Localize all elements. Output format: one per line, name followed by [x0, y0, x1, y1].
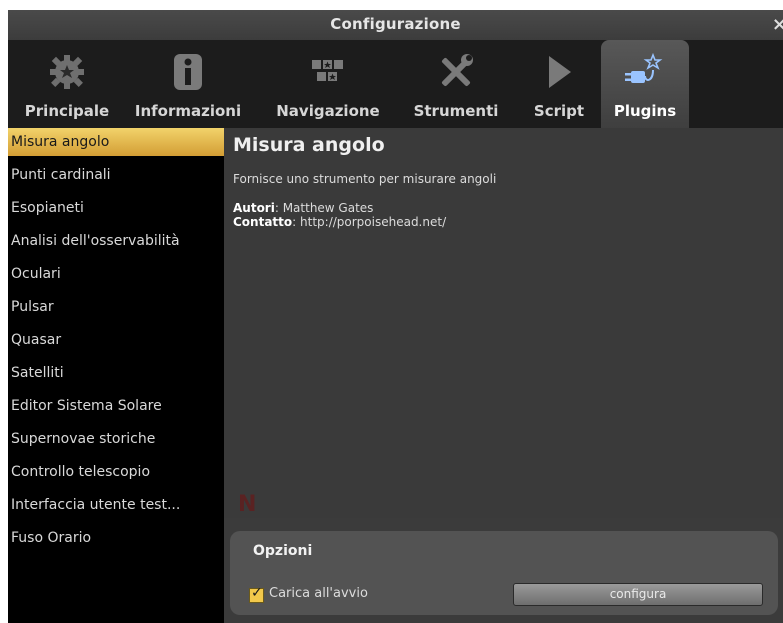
gear-icon: [45, 52, 89, 92]
close-icon[interactable]: ×: [772, 14, 783, 35]
options-title: Opzioni: [253, 543, 313, 559]
tab-strumenti[interactable]: Strumenti: [406, 40, 506, 128]
navigation-icon: [306, 52, 350, 92]
plugin-item-supernovae-storiche[interactable]: Supernovae storiche: [8, 425, 227, 453]
plugin-item-analisi-osservabilita[interactable]: Analisi dell'osservabilità: [8, 227, 227, 255]
plugin-description: Fornisce uno strumento per misurare ango…: [233, 172, 497, 186]
plugin-item-interfaccia-utente-test[interactable]: Interfaccia utente test...: [8, 491, 227, 519]
toolbar: Principale Informazioni Navigazione Stru…: [8, 40, 783, 128]
plugin-title: Misura angolo: [233, 134, 385, 156]
contact-value: : http://porpoisehead.net/: [292, 215, 447, 229]
info-icon: [166, 52, 210, 92]
plugin-item-controllo-telescopio[interactable]: Controllo telescopio: [8, 458, 227, 486]
window-title: Configurazione: [330, 15, 461, 33]
load-at-startup-checkbox[interactable]: ✓: [249, 585, 264, 603]
configuration-window: Configurazione × Principale Informazioni…: [8, 10, 783, 623]
authors-label: Autori: [233, 201, 275, 215]
plugin-item-satelliti[interactable]: Satelliti: [8, 359, 227, 387]
plugin-item-punti-cardinali[interactable]: Punti cardinali: [8, 161, 227, 189]
tab-script[interactable]: Script: [526, 40, 592, 128]
checkmark-icon: ✓: [251, 585, 263, 601]
plugin-item-esopianeti[interactable]: Esopianeti: [8, 194, 227, 222]
tab-label: Navigazione: [276, 102, 380, 120]
plugin-icon: [623, 52, 667, 92]
plugin-item-quasar[interactable]: Quasar: [8, 326, 227, 354]
title-bar: Configurazione ×: [8, 10, 783, 40]
tab-label: Informazioni: [134, 102, 242, 120]
plugin-details: Misura angolo Fornisce uno strumento per…: [224, 128, 783, 518]
tab-label: Strumenti: [413, 102, 499, 120]
plugin-item-misura-angolo[interactable]: Misura angolo: [8, 128, 227, 156]
plugin-item-oculari[interactable]: Oculari: [8, 260, 227, 288]
plugin-item-editor-sistema-solare[interactable]: Editor Sistema Solare: [8, 392, 227, 420]
plugin-item-pulsar[interactable]: Pulsar: [8, 293, 227, 321]
tab-plugins[interactable]: Plugins: [601, 40, 689, 128]
authors-value: : Matthew Gates: [274, 201, 374, 215]
plugin-authors: Autori: Matthew Gates: [233, 201, 373, 215]
tab-label: Script: [533, 102, 585, 120]
load-at-startup-label: Carica all'avvio: [269, 586, 368, 601]
tools-icon: [434, 52, 478, 92]
tab-label: Principale: [24, 102, 110, 120]
faded-north-marker: N: [238, 492, 257, 517]
play-icon: [537, 52, 581, 92]
tab-principale[interactable]: Principale: [8, 40, 126, 128]
tab-navigazione[interactable]: Navigazione: [270, 40, 386, 128]
plugin-list: Misura angolo Punti cardinali Esopianeti…: [8, 128, 227, 623]
options-panel: Opzioni ✓ Carica all'avvio configura: [230, 531, 778, 615]
tab-informazioni[interactable]: Informazioni: [133, 40, 243, 128]
contact-label: Contatto: [233, 215, 293, 229]
plugin-contact: Contatto: http://porpoisehead.net/: [233, 215, 446, 229]
configure-button[interactable]: configura: [513, 583, 763, 606]
tab-label: Plugins: [613, 102, 677, 120]
plugin-item-fuso-orario[interactable]: Fuso Orario: [8, 524, 227, 552]
